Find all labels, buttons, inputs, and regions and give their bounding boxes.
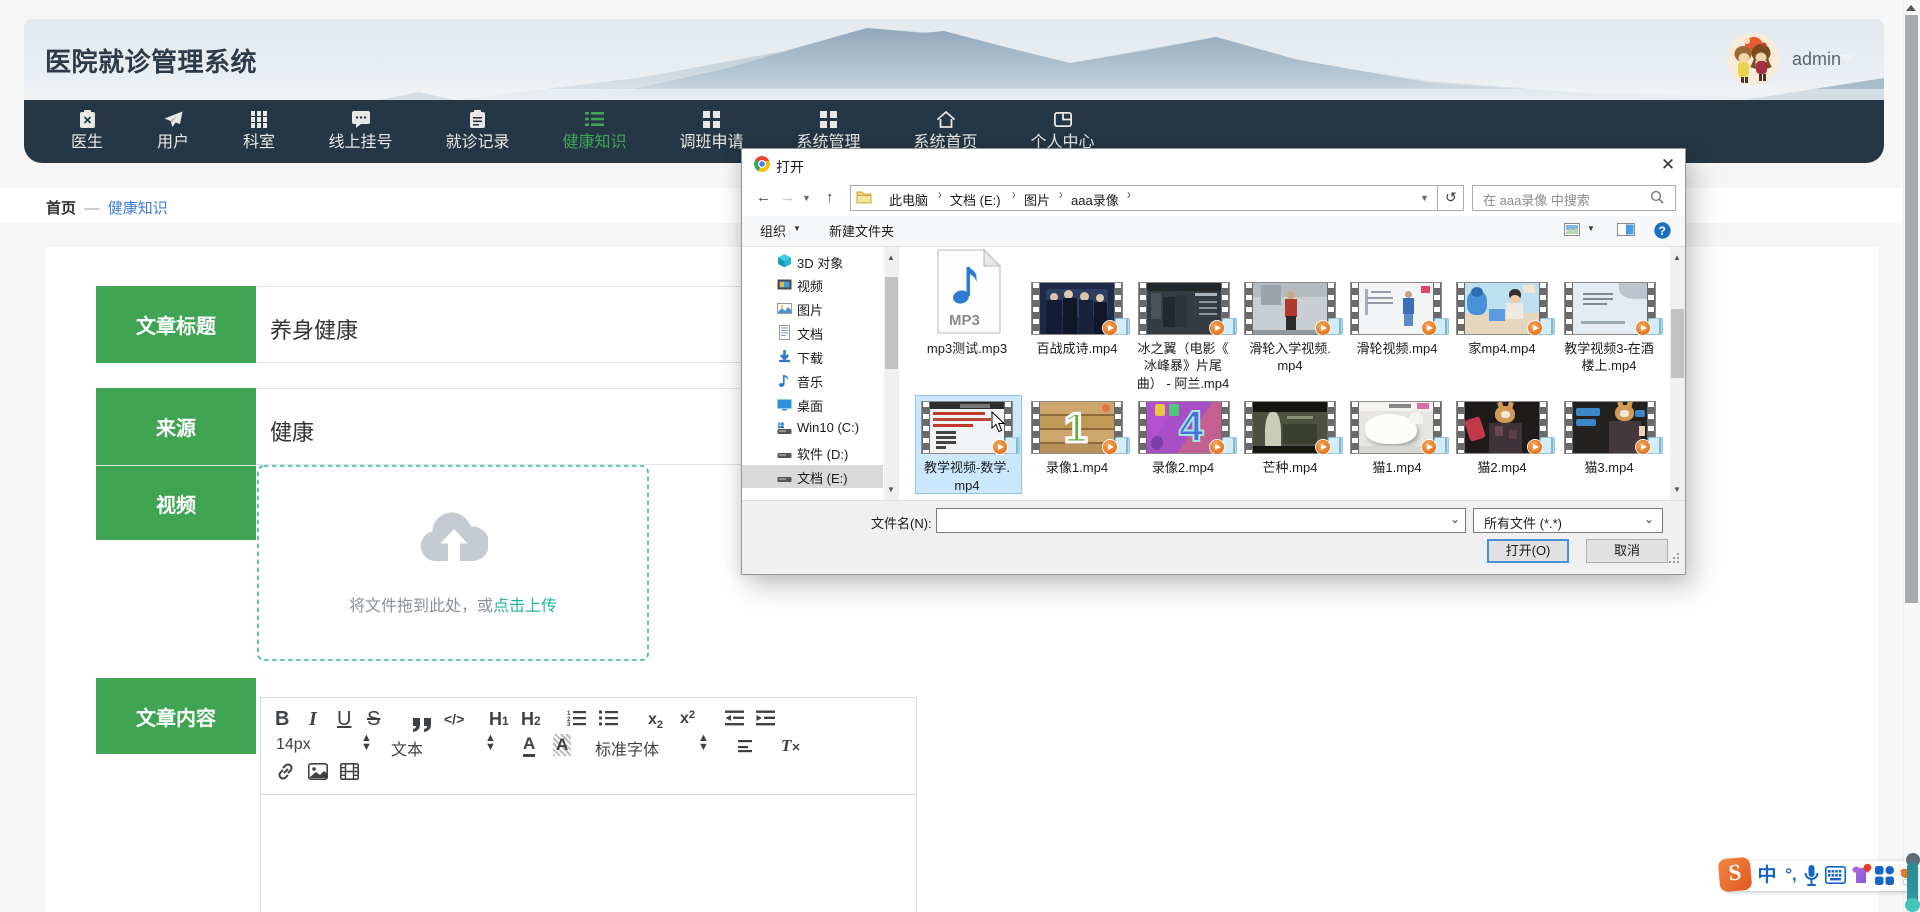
svg-text:?: ? [1659,224,1666,238]
svg-text:3: 3 [567,722,571,726]
svg-text:MP3: MP3 [949,312,980,329]
